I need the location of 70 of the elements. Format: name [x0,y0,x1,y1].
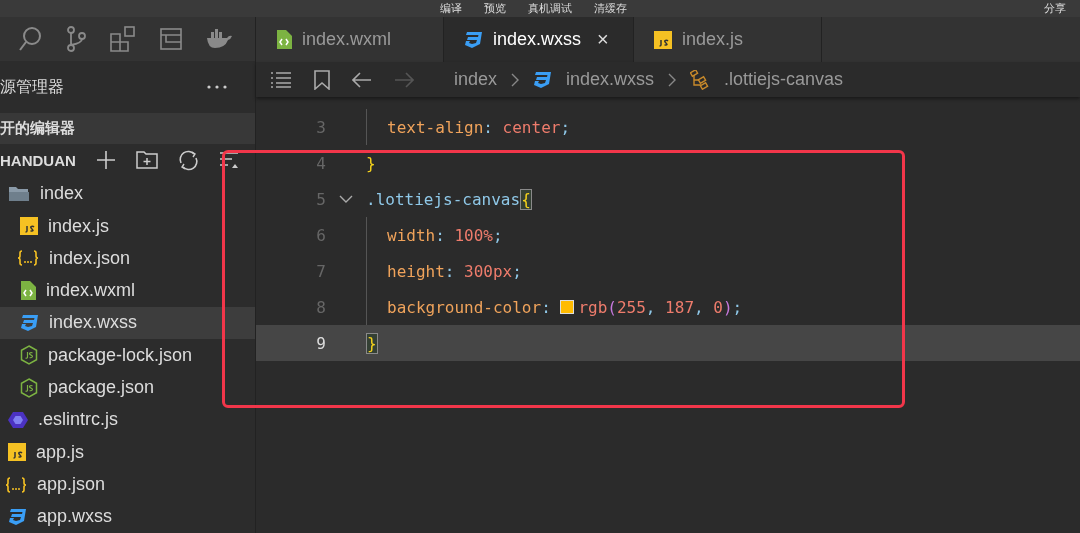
refresh-icon[interactable] [177,150,199,172]
js-file-icon [8,443,26,462]
file-tree-item[interactable]: index.json [0,242,255,275]
fold-chevron-icon[interactable] [339,195,353,203]
toolbar-label[interactable]: 真机调试 [528,1,572,16]
toolbar-label[interactable]: 清缓存 [594,1,627,16]
chevron-icon [668,72,677,87]
css-icon [8,507,27,526]
collapse-list-icon[interactable] [218,150,239,171]
line-number: 4 [315,153,326,173]
file-tree-item[interactable]: package-lock.json [0,339,255,372]
chevron-icon [511,72,520,87]
file-tree-item[interactable]: .eslintrc.js [0,403,255,437]
plus-icon[interactable] [95,150,116,171]
code-line: background-color: rgb(255, 187, 0); [387,296,743,319]
css-icon [464,30,483,49]
editor-tab[interactable]: index.wxss × [444,17,634,62]
more-icon[interactable] [207,85,227,89]
file-tree-item[interactable]: index [0,177,255,210]
line-number: 7 [315,261,326,281]
code-line: width: 100%; [387,224,503,247]
search-icon[interactable] [18,26,42,53]
file-tree-item[interactable]: index.wxss [0,306,255,340]
section-header[interactable]: 开的编辑器 [0,119,75,139]
js-file-icon [654,30,672,49]
branch-icon[interactable] [66,26,86,53]
hexagon-icon [8,410,28,429]
toolbar-label[interactable]: 预览 [484,1,506,16]
braces-icon [5,475,27,494]
line-number: 3 [315,117,326,137]
code-line: text-align: center; [387,116,571,139]
js-file-icon [20,217,38,236]
breadcrumb-item[interactable]: index.wxss [566,69,655,90]
breadcrumb-item[interactable]: .lottiejs-canvas [724,69,844,90]
file-tree-item[interactable]: index.wxml [0,274,255,307]
file-tree-item[interactable]: app.wxss [0,500,255,533]
structure-icon [690,69,711,90]
line-number: 6 [315,225,326,245]
css-icon [533,70,553,89]
code-line: } [366,152,376,175]
file-tree-item[interactable]: package.json [0,371,255,404]
braces-icon [17,249,39,268]
whale-icon[interactable] [206,29,232,50]
new-folder-icon[interactable] [135,150,158,170]
line-number: 5 [315,189,326,209]
file-tree-item[interactable]: app.js [0,436,255,469]
toolbar-label[interactable]: 编译 [440,1,462,16]
css-icon [20,314,39,332]
project-name[interactable]: HANDUAN [0,152,76,170]
back-arrow-icon[interactable] [352,71,372,88]
list-icon[interactable] [270,71,292,88]
line-number: 9 [315,333,326,353]
folder-icon [8,184,30,203]
breadcrumb-item[interactable]: index [454,69,498,90]
color-swatch[interactable] [560,300,575,314]
file-tree-item[interactable]: index.js [0,209,255,243]
code-line: .lottiejs-canvas{ [366,187,532,212]
line-number: 8 [315,297,326,317]
hexagon-js-icon [20,345,38,366]
file-tree-item[interactable]: app.json [0,468,255,501]
close-icon[interactable]: × [597,28,609,51]
hexagon-js-icon [20,377,38,398]
share-label[interactable]: 分享 [1044,1,1066,16]
bookmark-icon[interactable] [314,69,330,90]
code-line: height: 300px; [387,260,522,283]
code-file-icon [20,281,36,301]
layout-icon[interactable] [160,28,182,51]
code-file-icon [276,30,292,49]
blocks-icon[interactable] [110,26,136,53]
panel-title: 源管理器 [0,76,64,97]
